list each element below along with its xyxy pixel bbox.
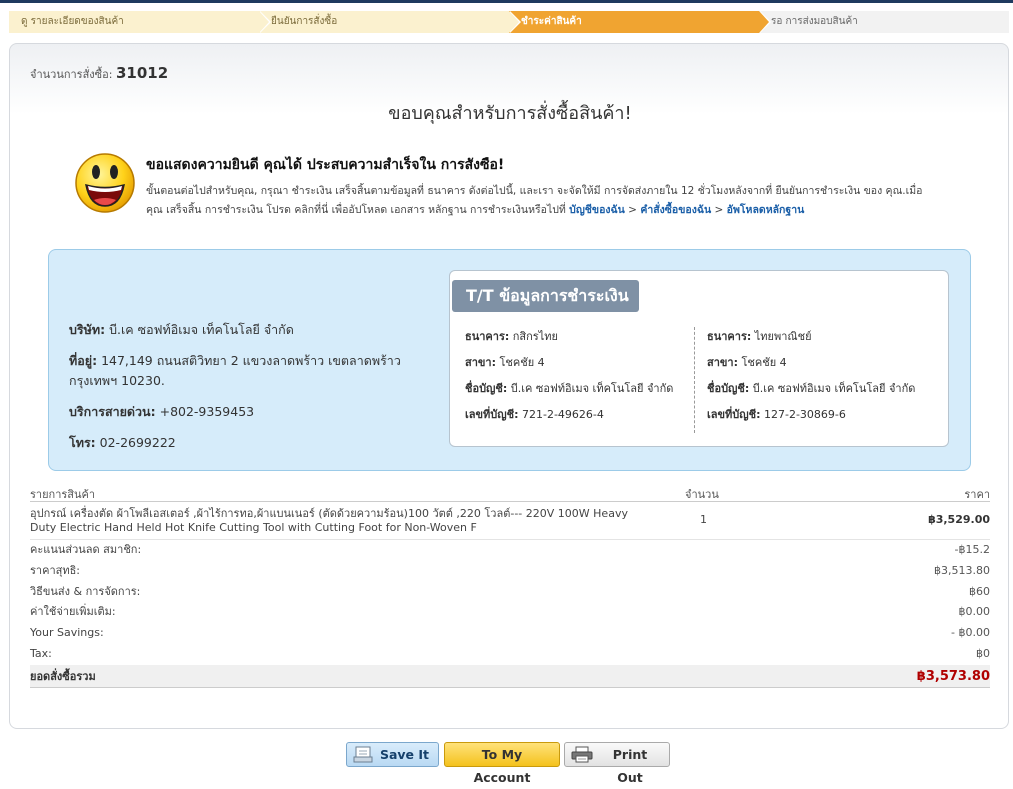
summary-row-net-price: ราคาสุทธิ: ฿3,513.80 bbox=[30, 563, 990, 577]
product-name: อุปกรณ์ เครื่องตัด ผ้าโพลีเอสเตอร์ ,ผ้าไ… bbox=[30, 507, 628, 534]
upload-proof-link[interactable]: อัพโหลดหลักฐาน bbox=[727, 204, 805, 216]
step-label: ยืนยันการสั่งซื้อ bbox=[271, 16, 338, 27]
next-steps-text: ขั้นตอนต่อไปสำหรับคุณ, กรุณา ชำระเงิน เส… bbox=[146, 182, 926, 220]
my-account-button[interactable]: To My Account bbox=[444, 742, 560, 785]
bank-name-row: ธนาคาร: กสิกรไทย bbox=[465, 330, 558, 343]
congratulations-title: ขอแสดงความยินดี คุณได้ ประสบความสำเร็จใน… bbox=[146, 157, 505, 173]
company-address: ที่อยู่: 147,149 ถนนสติวิทยา 2 แขวงลาดพร… bbox=[69, 353, 401, 388]
top-border bbox=[0, 0, 1013, 3]
save-button-label: Save It bbox=[379, 747, 430, 762]
bank-account-kasikorn: ธนาคาร: กสิกรไทย สาขา: โชคชัย 4 ชื่อบัญช… bbox=[465, 327, 695, 431]
breadcrumb-separator: > bbox=[624, 204, 641, 216]
order-number-value: 31012 bbox=[115, 64, 169, 82]
payment-info-box: บริษัท: บี.เค ซอฟท์อิเมจ เท็คโนโลยี จำกั… bbox=[48, 249, 971, 471]
step-confirm-order: ยืนยันการสั่งซื้อ bbox=[259, 11, 521, 33]
company-info: บริษัท: บี.เค ซอฟท์อิเมจ เท็คโนโลยี จำกั… bbox=[69, 320, 439, 464]
account-name-row: ชื่อบัญชี: บี.เค ซอฟท์อิเมจ เท็คโนโลยี จ… bbox=[465, 382, 674, 395]
order-total-value: ฿3,573.80 bbox=[916, 668, 990, 684]
company-name: บริษัท: บี.เค ซอฟท์อิเมจ เท็คโนโลยี จำกั… bbox=[69, 322, 294, 337]
order-total-row: ยอดสั่งซื้อรวม ฿3,573.80 bbox=[30, 664, 990, 688]
summary-row-shipping: วิธีขนส่ง & การจัดการ: ฿60 bbox=[30, 584, 990, 598]
step-label: ชำระค่าสินค้า bbox=[521, 16, 582, 27]
header-qty: จำนวน bbox=[685, 488, 719, 501]
my-orders-link[interactable]: คำสั่งซื้อของฉัน bbox=[640, 204, 711, 216]
printer-icon bbox=[571, 746, 593, 763]
my-account-button-label: To My Account bbox=[473, 747, 531, 785]
summary-row-extra-charges: ค่าใช้จ่ายเพิ่มเติม: ฿0.00 bbox=[30, 605, 990, 619]
save-document-icon bbox=[353, 746, 373, 763]
save-button[interactable]: Save It bbox=[346, 742, 439, 767]
company-hotline: บริการสายด่วน: +802-9359453 bbox=[69, 404, 255, 419]
summary-row-member-discount: คะแนนส่วนลด สมาชิก: -฿15.2 bbox=[30, 543, 990, 556]
step-await-delivery: รอ การส่งมอบสินค้า bbox=[759, 11, 1009, 33]
my-account-link[interactable]: บัญชีของฉัน bbox=[569, 204, 625, 216]
header-price: ราคา bbox=[964, 488, 990, 501]
product-qty: 1 bbox=[700, 513, 707, 526]
product-price: ฿3,529.00 bbox=[928, 513, 990, 526]
step-payment: ชำระค่าสินค้า bbox=[509, 11, 771, 33]
print-button[interactable]: Print Out bbox=[564, 742, 670, 785]
step-product-details: ดู รายละเอียดของสินค้า bbox=[9, 11, 271, 33]
thank-you-heading: ขอบคุณสำหรับการสั่งซื้อสินค้า! bbox=[388, 103, 632, 124]
account-number-row: เลขที่บัญชี: 721-2-49626-4 bbox=[465, 408, 604, 421]
bank-account-scb: ธนาคาร: ไทยพาณิชย์ สาขา: โชคชัย 4 ชื่อบั… bbox=[707, 327, 937, 431]
tt-payment-card: T/T ข้อมูลการชำระเงิน ธนาคาร: กสิกรไทย ส… bbox=[449, 270, 949, 447]
print-button-label: Print Out bbox=[612, 747, 648, 785]
order-number-label: จำนวนการสั่งซื้อ: bbox=[30, 68, 113, 81]
step-label: รอ การส่งมอบสินค้า bbox=[771, 16, 858, 27]
table-header: รายการสินค้า จำนวน ราคา bbox=[30, 482, 990, 502]
tt-payment-title: T/T ข้อมูลการชำระเงิน bbox=[452, 280, 639, 312]
account-number-row: เลขที่บัญชี: 127-2-30869-6 bbox=[707, 408, 846, 421]
checkout-progress: ดู รายละเอียดของสินค้า ยืนยันการสั่งซื้อ… bbox=[9, 11, 1009, 33]
order-number: จำนวนการสั่งซื้อ: 31012 bbox=[30, 64, 168, 83]
account-name-row: ชื่อบัญชี: บี.เค ซอฟท์อิเมจ เท็คโนโลยี จ… bbox=[707, 382, 916, 395]
order-total-label: ยอดสั่งซื้อรวม bbox=[30, 669, 96, 683]
company-phone: โทร: 02-2699222 bbox=[69, 435, 176, 450]
branch-row: สาขา: โชคชัย 4 bbox=[707, 356, 787, 369]
breadcrumb-separator: > bbox=[711, 204, 727, 216]
next-steps-body: ขั้นตอนต่อไปสำหรับคุณ, กรุณา ชำระเงิน เส… bbox=[146, 185, 923, 216]
table-row: อุปกรณ์ เครื่องตัด ผ้าโพลีเอสเตอร์ ,ผ้าไ… bbox=[30, 502, 990, 540]
summary-row-savings: Your Savings: - ฿0.00 bbox=[30, 626, 990, 640]
bank-name-row: ธนาคาร: ไทยพาณิชย์ bbox=[707, 330, 812, 343]
summary-row-tax: Tax: ฿0 bbox=[30, 646, 990, 660]
header-product: รายการสินค้า bbox=[30, 488, 96, 501]
step-label: ดู รายละเอียดของสินค้า bbox=[21, 16, 124, 27]
order-confirmation-panel: จำนวนการสั่งซื้อ: 31012 ขอบคุณสำหรับการส… bbox=[9, 43, 1009, 729]
bank-divider bbox=[694, 327, 695, 433]
smiley-face-icon bbox=[75, 153, 135, 213]
branch-row: สาขา: โชคชัย 4 bbox=[465, 356, 545, 369]
order-items-table: รายการสินค้า จำนวน ราคา อุปกรณ์ เครื่องต… bbox=[30, 482, 990, 688]
